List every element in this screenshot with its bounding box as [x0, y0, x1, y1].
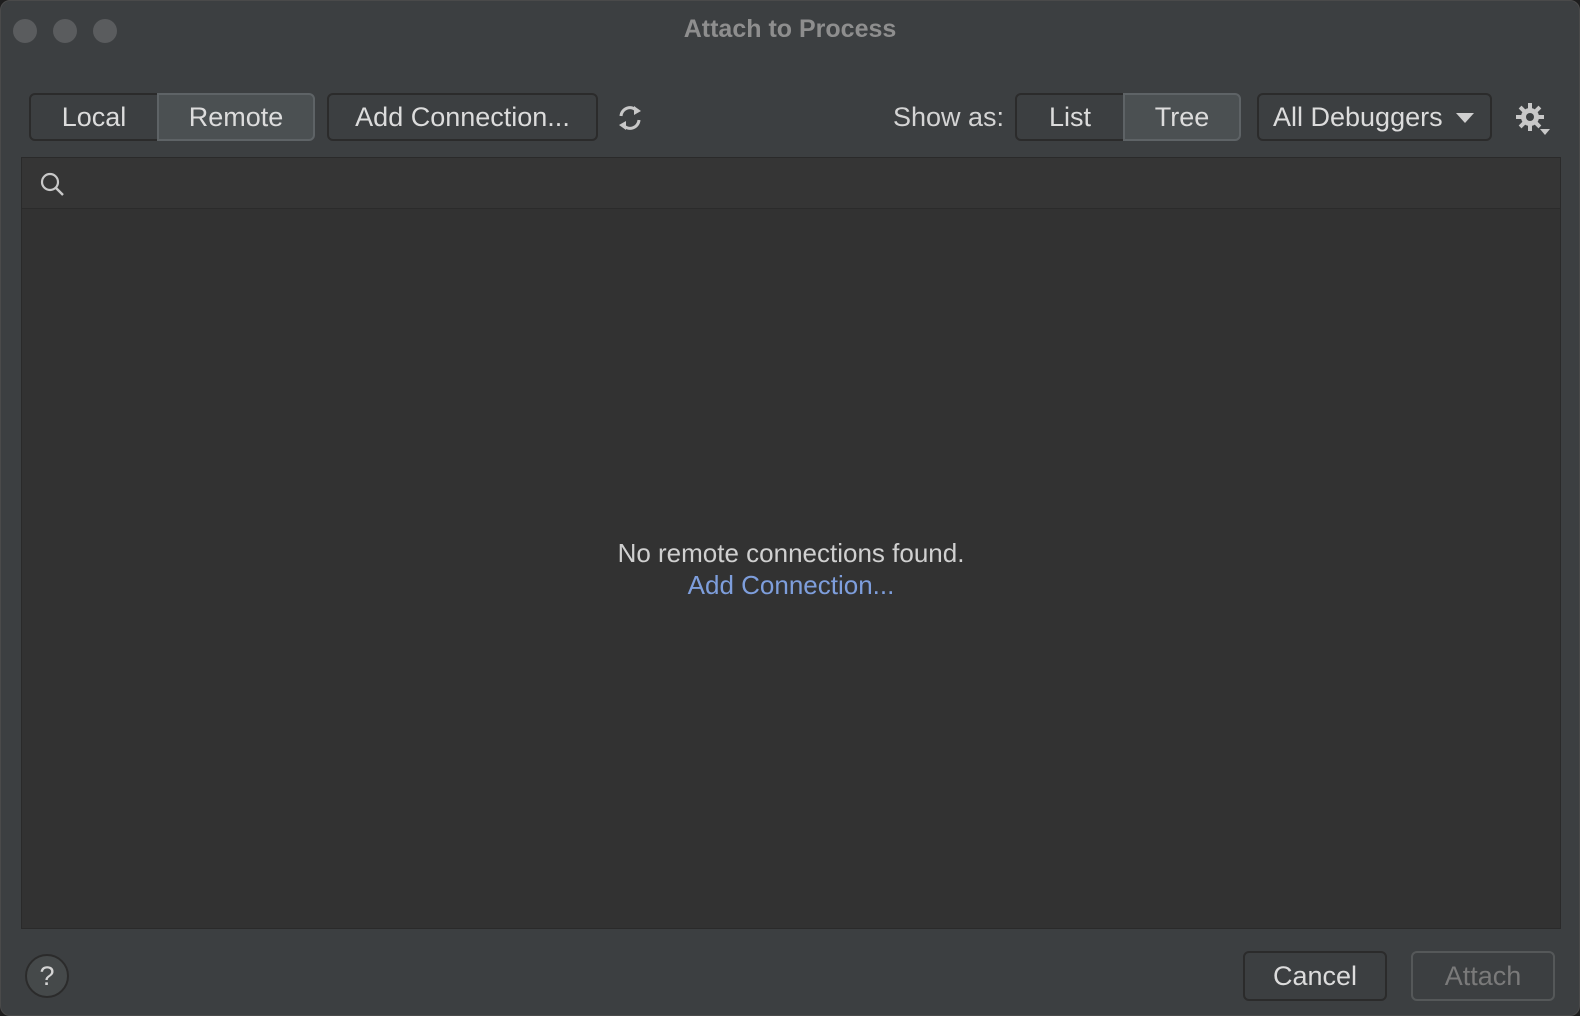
- debugger-select-value: All Debuggers: [1273, 101, 1443, 132]
- empty-state-message: No remote connections found.: [617, 538, 965, 568]
- gear-icon[interactable]: [1513, 101, 1553, 137]
- show-as-label: Show as:: [893, 102, 1005, 132]
- tab-local[interactable]: Local: [29, 93, 159, 141]
- attach-to-process-dialog: Attach to Process Local Remote Add Conne…: [0, 0, 1580, 1016]
- debugger-select[interactable]: All Debuggers: [1257, 93, 1492, 141]
- add-connection-button[interactable]: Add Connection...: [327, 93, 598, 141]
- attach-button[interactable]: Attach: [1411, 951, 1555, 1001]
- chevron-down-icon: [1456, 113, 1474, 123]
- cancel-button[interactable]: Cancel: [1243, 951, 1387, 1001]
- add-connection-link[interactable]: Add Connection...: [22, 570, 1560, 601]
- window-title: Attach to Process: [683, 15, 897, 43]
- search-bar: [22, 158, 1560, 209]
- title-bar: Attach to Process: [1, 1, 1579, 59]
- tab-remote[interactable]: Remote: [157, 93, 315, 141]
- process-list-panel: No remote connections found. Add Connect…: [21, 157, 1561, 929]
- help-button[interactable]: ?: [25, 954, 69, 998]
- tab-tree-view[interactable]: Tree: [1123, 93, 1241, 141]
- search-input[interactable]: [84, 166, 1528, 202]
- refresh-icon[interactable]: [613, 101, 647, 135]
- tab-list-view[interactable]: List: [1015, 93, 1125, 141]
- search-icon: [38, 170, 66, 198]
